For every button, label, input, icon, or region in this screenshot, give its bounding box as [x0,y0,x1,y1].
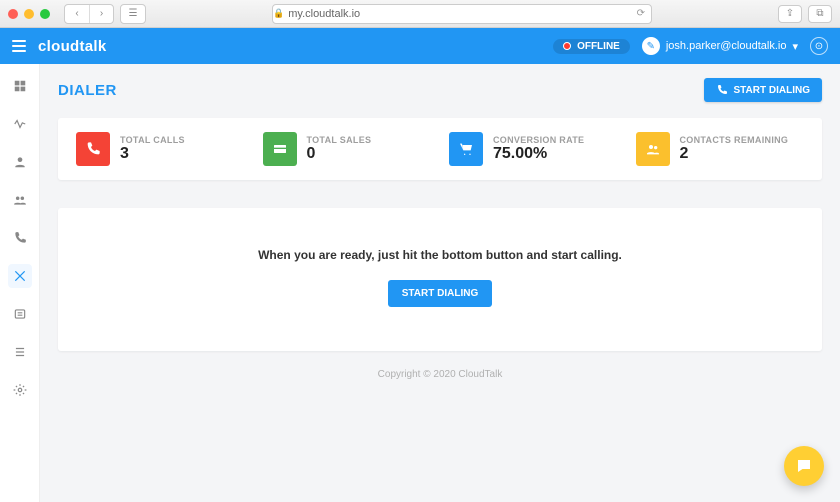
stat-value: 3 [120,145,185,163]
sidebar-item-tasks[interactable] [8,340,32,364]
start-dialing-center-button[interactable]: START DIALING [388,280,492,307]
stat-value: 2 [680,145,789,163]
sidebar-item-activity[interactable] [8,112,32,136]
stat-value: 75.00% [493,145,584,163]
stat-contacts-remaining: CONTACTS REMAINING 2 [636,132,805,166]
back-button[interactable]: ‹ [65,5,89,23]
traffic-lights [8,9,50,19]
stat-label: TOTAL CALLS [120,135,185,145]
forward-button[interactable]: › [89,5,113,23]
sidebar-item-dialer[interactable] [8,264,32,288]
person-icon [13,155,27,169]
tabs-button[interactable]: ⧉ [808,5,832,23]
main-content: DIALER START DIALING TOTAL CALLS 3 TOTAL… [40,64,840,502]
start-dialing-button[interactable]: START DIALING [704,78,822,102]
sidebar-toggle-group: ☰ [120,4,146,24]
url-bar[interactable]: 🔒 my.cloudtalk.io ⟳ [272,4,652,24]
sidebar-item-dashboard[interactable] [8,74,32,98]
archive-icon [13,307,27,321]
intercom-launcher[interactable] [784,446,824,486]
phone-icon [716,84,728,96]
chat-icon [795,457,813,475]
lock-icon: 🔒 [273,8,284,19]
sidebar-item-archive[interactable] [8,302,32,326]
stats-card: TOTAL CALLS 3 TOTAL SALES 0 CONVERSION R… [58,118,822,180]
stat-label: CONVERSION RATE [493,135,584,145]
brand-logo: cloudtalk [38,38,107,55]
url-text: my.cloudtalk.io [288,8,360,20]
user-email: josh.parker@cloudtalk.io [666,40,787,52]
close-window-icon[interactable] [8,9,18,19]
nav-back-forward: ‹ › [64,4,114,24]
phone-icon [76,132,110,166]
stat-label: TOTAL SALES [307,135,372,145]
activity-icon [13,117,27,131]
sidebar-toggle-icon[interactable]: ☰ [121,5,145,23]
phone-icon [13,231,27,245]
sidebar-item-team[interactable] [8,188,32,212]
contacts-icon [636,132,670,166]
share-button[interactable]: ⇪ [778,5,802,23]
gear-icon [13,383,27,397]
cart-icon [449,132,483,166]
start-dialing-center-label: START DIALING [402,288,478,299]
sidebar [0,64,40,502]
menu-toggle[interactable] [12,40,26,52]
footer-copyright: Copyright © 2020 CloudTalk [58,369,822,380]
page-title: DIALER [58,82,117,99]
grid-icon [13,79,27,93]
stat-value: 0 [307,145,372,163]
reload-icon[interactable]: ⟳ [637,8,651,19]
card-icon [263,132,297,166]
start-dialing-label: START DIALING [734,85,810,96]
list-icon [13,345,27,359]
status-indicator[interactable]: OFFLINE [553,39,630,54]
stat-conversion-rate: CONVERSION RATE 75.00% [449,132,618,166]
empty-state-message: When you are ready, just hit the bottom … [78,248,802,262]
minimize-window-icon[interactable] [24,9,34,19]
maximize-window-icon[interactable] [40,9,50,19]
stat-total-sales: TOTAL SALES 0 [263,132,432,166]
sidebar-item-contact[interactable] [8,150,32,174]
avatar: ✎ [642,37,660,55]
stat-label: CONTACTS REMAINING [680,135,789,145]
sidebar-item-calls[interactable] [8,226,32,250]
status-dot-icon [563,42,571,50]
people-icon [13,193,27,207]
chevron-down-icon: ▾ [792,40,798,53]
crossed-tools-icon [13,269,27,283]
user-menu[interactable]: ✎ josh.parker@cloudtalk.io ▾ [642,37,798,55]
sidebar-item-settings[interactable] [8,378,32,402]
help-button[interactable]: ⊙ [810,37,828,55]
browser-chrome: ‹ › ☰ 🔒 my.cloudtalk.io ⟳ ⇪ ⧉ [0,0,840,28]
app-topbar: cloudtalk OFFLINE ✎ josh.parker@cloudtal… [0,28,840,64]
empty-state-card: When you are ready, just hit the bottom … [58,208,822,351]
status-text: OFFLINE [577,41,620,52]
stat-total-calls: TOTAL CALLS 3 [76,132,245,166]
